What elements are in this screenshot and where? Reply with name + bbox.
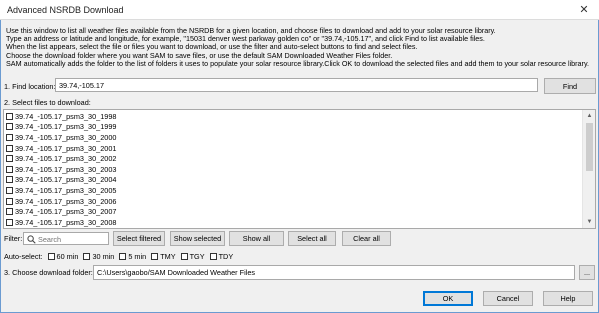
auto-select-checkbox[interactable] — [151, 252, 159, 260]
list-item[interactable]: 39.74_-105.17_psm3_30_2007 — [4, 206, 581, 217]
scroll-down-icon[interactable]: ▼ — [583, 216, 595, 228]
file-checkbox[interactable] — [6, 208, 13, 216]
list-item[interactable]: 39.74_-105.17_psm3_30_2004 — [4, 175, 581, 186]
filter-search-input[interactable] — [38, 234, 108, 244]
search-icon — [27, 235, 36, 244]
auto-select-checkbox[interactable] — [119, 252, 127, 260]
close-icon[interactable]: ✕ — [569, 0, 599, 20]
show-all-button[interactable]: Show all — [229, 231, 284, 246]
filter-search-box[interactable] — [23, 232, 109, 245]
auto-select-option-label: TGY — [189, 251, 205, 261]
file-name: 39.74_-105.17_psm3_30_2007 — [15, 207, 117, 217]
find-button[interactable]: Find — [544, 78, 596, 94]
file-list[interactable]: 39.74_-105.17_psm3_30_1998 39.74_-105.17… — [3, 109, 596, 229]
list-item[interactable]: 39.74_-105.17_psm3_30_2001 — [4, 143, 581, 154]
browse-folder-button[interactable]: ... — [579, 265, 595, 280]
auto-select-60min[interactable]: 60 min — [47, 251, 79, 261]
auto-select-row: Auto-select: 60 min 30 min 5 min TMY TGY… — [4, 251, 233, 261]
auto-select-checkbox[interactable] — [180, 252, 188, 260]
download-folder-value: C:\Users\gaobo/SAM Downloaded Weather Fi… — [97, 268, 256, 277]
auto-select-tdy[interactable]: TDY — [209, 251, 234, 261]
location-input-value: 39.74,-105.17 — [59, 80, 105, 90]
file-name: 39.74_-105.17_psm3_30_2003 — [15, 164, 117, 174]
file-checkbox[interactable] — [6, 144, 13, 152]
download-folder-input[interactable]: C:\Users\gaobo/SAM Downloaded Weather Fi… — [93, 265, 575, 280]
select-filtered-button[interactable]: Select filtered — [113, 231, 165, 246]
auto-select-5min[interactable]: 5 min — [119, 252, 146, 261]
file-name: 39.74_-105.17_psm3_30_2002 — [15, 154, 117, 164]
instruction-line: SAM automatically adds the folder to the… — [6, 58, 590, 68]
file-checkbox[interactable] — [6, 165, 13, 173]
auto-select-option-label: 30 min — [92, 251, 115, 261]
file-name: 39.74_-105.17_psm3_30_2004 — [15, 175, 117, 185]
scroll-thumb[interactable] — [586, 123, 593, 171]
list-item[interactable]: 39.74_-105.17_psm3_30_1998 — [4, 111, 581, 122]
auto-select-tgy[interactable]: TGY — [180, 251, 205, 261]
auto-select-label: Auto-select: — [4, 251, 43, 261]
auto-select-option-label: 5 min — [128, 251, 147, 261]
list-item[interactable]: 39.74_-105.17_psm3_30_2005 — [4, 185, 581, 196]
filter-label: Filter: — [4, 234, 23, 243]
clear-all-button[interactable]: Clear all — [342, 231, 391, 246]
select-files-label: 2. Select files to download: — [4, 98, 91, 107]
auto-select-option-label: 60 min — [56, 251, 79, 261]
list-item[interactable]: 39.74_-105.17_psm3_30_2003 — [4, 164, 581, 175]
file-checkbox[interactable] — [6, 186, 13, 194]
list-item[interactable]: 39.74_-105.17_psm3_30_2006 — [4, 196, 581, 207]
file-name: 39.74_-105.17_psm3_30_2005 — [15, 185, 117, 195]
ok-button[interactable]: OK — [423, 291, 473, 306]
file-name: 39.74_-105.17_psm3_30_2001 — [15, 143, 117, 153]
auto-select-checkbox[interactable] — [83, 252, 91, 260]
show-selected-button[interactable]: Show selected — [170, 231, 225, 246]
help-button[interactable]: Help — [543, 291, 593, 306]
window-title: Advanced NSRDB Download — [7, 5, 124, 15]
find-location-label: 1. Find location: — [4, 82, 56, 91]
list-item[interactable]: 39.74_-105.17_psm3_30_2002 — [4, 153, 581, 164]
auto-select-30min[interactable]: 30 min — [83, 252, 114, 261]
download-folder-label: 3. Choose download folder: — [4, 268, 93, 277]
file-name: 39.74_-105.17_psm3_30_2000 — [15, 132, 117, 142]
file-checkbox[interactable] — [6, 176, 13, 184]
file-name: 39.74_-105.17_psm3_30_2008 — [15, 217, 117, 227]
auto-select-option-label: TDY — [218, 251, 234, 261]
file-list-rows: 39.74_-105.17_psm3_30_1998 39.74_-105.17… — [4, 111, 581, 228]
title-bar: Advanced NSRDB Download ✕ — [0, 0, 599, 20]
scroll-up-icon[interactable]: ▲ — [583, 110, 595, 122]
auto-select-checkbox[interactable] — [209, 252, 217, 260]
file-list-scrollbar[interactable]: ▲ ▼ — [582, 110, 595, 228]
file-name: 39.74_-105.17_psm3_30_1999 — [15, 122, 117, 132]
file-checkbox[interactable] — [6, 112, 13, 120]
select-all-button[interactable]: Select all — [288, 231, 336, 246]
cancel-button[interactable]: Cancel — [483, 291, 533, 306]
file-checkbox[interactable] — [6, 133, 13, 141]
list-item[interactable]: 39.74_-105.17_psm3_30_2000 — [4, 132, 581, 143]
instructions: Use this window to list all weather file… — [6, 26, 596, 68]
list-item[interactable]: 39.74_-105.17_psm3_30_1999 — [4, 122, 581, 133]
list-item[interactable]: 39.74_-105.17_psm3_30_2008 — [4, 217, 581, 228]
file-name: 39.74_-105.17_psm3_30_1998 — [15, 111, 117, 121]
file-checkbox[interactable] — [6, 155, 13, 163]
file-name: 39.74_-105.17_psm3_30_2006 — [15, 196, 117, 206]
file-checkbox[interactable] — [6, 218, 13, 226]
auto-select-option-label: TMY — [160, 251, 176, 261]
location-input[interactable]: 39.74,-105.17 — [55, 78, 538, 92]
file-checkbox[interactable] — [6, 123, 13, 131]
file-checkbox[interactable] — [6, 197, 13, 205]
auto-select-checkbox[interactable] — [47, 252, 55, 260]
auto-select-tmy[interactable]: TMY — [151, 251, 176, 261]
